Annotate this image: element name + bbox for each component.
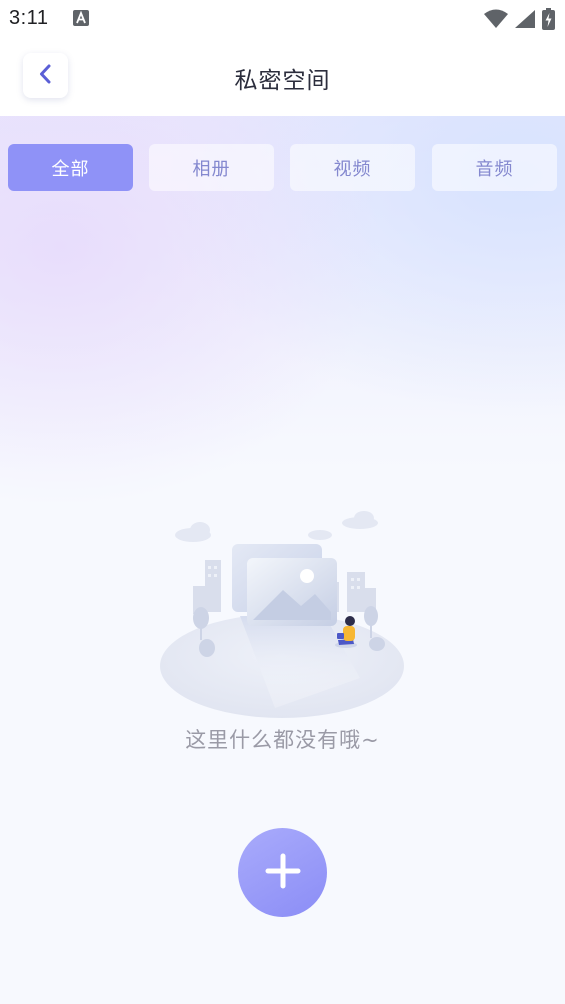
tab-videos[interactable]: 视频 [290,144,415,191]
tab-albums[interactable]: 相册 [149,144,274,191]
status-time: 3:11 [9,7,49,29]
wifi-icon [484,9,508,33]
plus-icon [265,853,301,893]
battery-charging-icon [542,8,555,34]
category-tabs: 全部 相册 视频 音频 [8,144,557,191]
page-title: 私密空间 [234,68,331,94]
tab-all[interactable]: 全部 [8,144,133,191]
keyboard-a-icon [73,10,89,30]
status-icons [484,8,555,34]
signal-icon [514,9,536,33]
main-content: 全部 相册 视频 音频 这里什么都没有哦~ [0,116,565,1004]
empty-state-illustration [155,508,410,723]
tab-audio[interactable]: 音频 [432,144,557,191]
add-button[interactable] [238,828,327,917]
app-header: 私密空间 [0,38,565,116]
status-bar: 3:11 [0,0,565,38]
empty-state-message: 这里什么都没有哦~ [185,728,380,752]
